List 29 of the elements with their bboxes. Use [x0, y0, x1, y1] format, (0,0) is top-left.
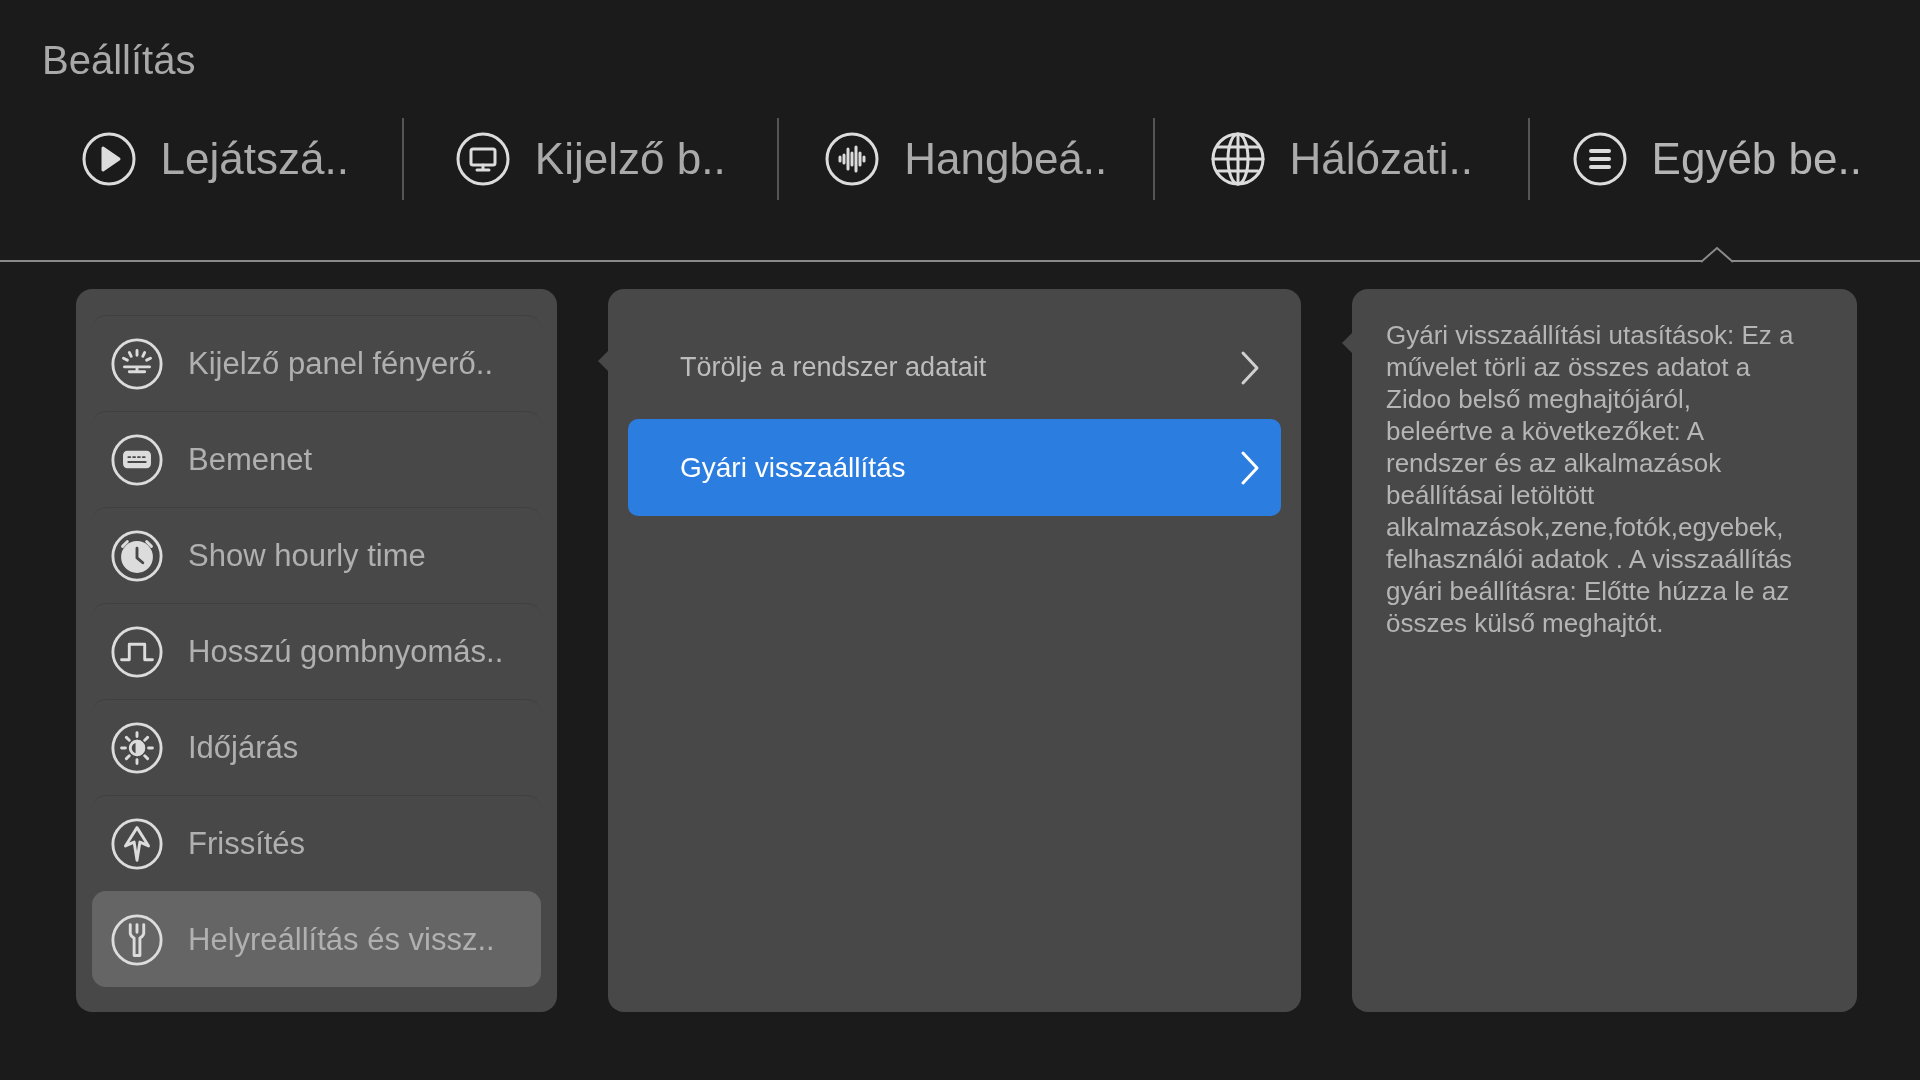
sound-wave-icon — [824, 131, 881, 187]
tab[interactable]: Lejátszá.. — [28, 118, 402, 260]
sidebar-item[interactable]: Hosszú gombnyomás.. — [92, 603, 541, 699]
wrench-icon — [110, 912, 164, 967]
tab[interactable]: Hangbeá.. — [779, 118, 1153, 260]
tab[interactable]: Kijelző b.. — [403, 118, 777, 260]
arrow-up-icon — [110, 816, 164, 871]
menu-icon — [1571, 131, 1628, 187]
square-wave-icon — [110, 624, 164, 679]
play-icon — [80, 131, 137, 187]
sidebar-item[interactable]: Kijelző panel fényerő.. — [92, 315, 541, 411]
tab[interactable]: Egyéb be.. — [1530, 118, 1904, 260]
sun-icon — [110, 720, 164, 775]
monitor-icon — [454, 131, 511, 187]
description-text: Gyári visszaállítási utasítások: Ez a művelet törli az összes adatot a Zidoo belső meghajtójáról, beleértve a következőket: A rendszer és az alkalmazások beállításai letöltött alkalmazások,zene,fotók,egyebek, felhasználói adatok . A visszaállítás gyári beállításra: Előtte húzza le az összes külső meghajtót. — [1386, 319, 1795, 639]
sidebar-item[interactable]: Bemenet — [92, 411, 541, 507]
chevron-right-icon — [1239, 349, 1261, 386]
globe-icon — [1209, 131, 1266, 187]
alarm-clock-icon — [110, 528, 164, 583]
option-item[interactable]: Gyári visszaállítás — [628, 419, 1281, 516]
tab[interactable]: Hálózati.. — [1154, 118, 1528, 260]
page-title: Beállítás — [41, 37, 197, 84]
sidebar-item[interactable]: Show hourly time — [92, 507, 541, 603]
brightness-icon — [110, 336, 164, 391]
chevron-right-icon — [1239, 449, 1261, 486]
keyboard-icon — [110, 432, 164, 487]
option-item[interactable]: Törölje a rendszer adatait — [628, 319, 1281, 416]
sidebar-item[interactable]: Időjárás — [92, 699, 541, 795]
sidebar-item[interactable]: Helyreállítás és vissz.. — [92, 891, 541, 987]
